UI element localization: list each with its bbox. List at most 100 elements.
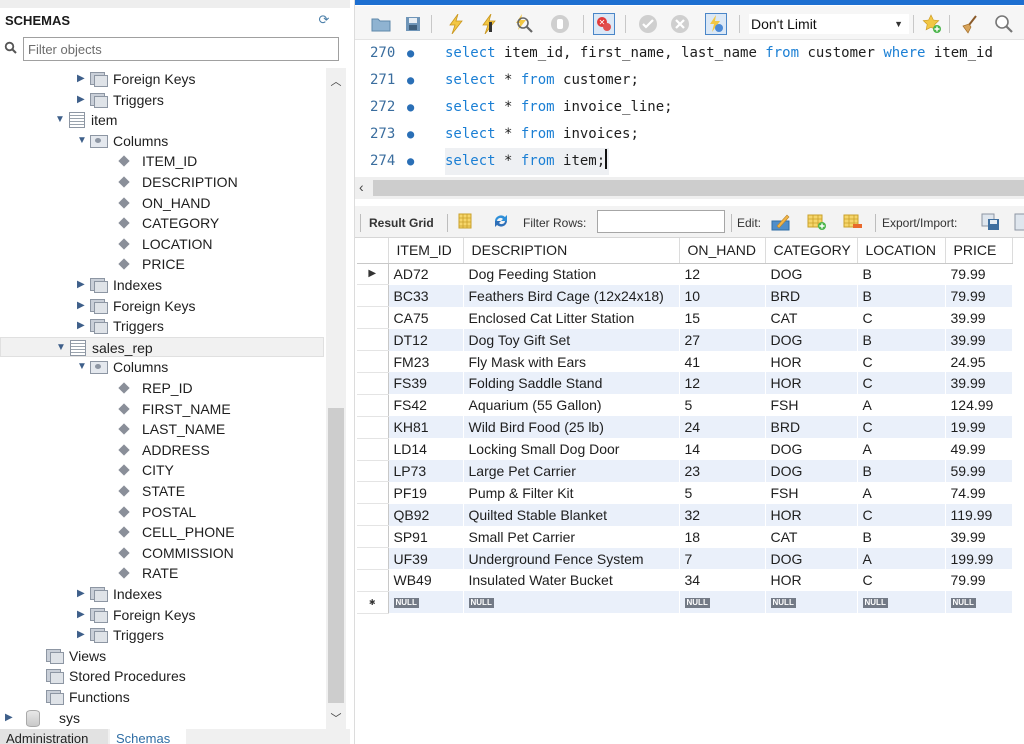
collapse-arrow-icon[interactable]: ▼ <box>77 131 89 151</box>
cell-location[interactable]: B <box>857 263 946 285</box>
cell-location[interactable]: C <box>857 306 946 329</box>
cell-location[interactable]: A <box>857 394 946 417</box>
table-row[interactable]: LP73 Large Pet Carrier 23 DOG B 59.99 <box>357 460 1013 483</box>
expand-arrow-icon[interactable]: ▶ <box>77 90 89 110</box>
cell-item-id[interactable]: UF39 <box>388 547 464 570</box>
null-cell[interactable]: NULL <box>388 591 464 614</box>
sql-statement[interactable]: select * from customer; <box>445 67 639 94</box>
beautify-icon[interactable] <box>959 13 981 35</box>
row-gutter[interactable] <box>357 547 389 570</box>
expand-arrow-icon[interactable]: ▶ <box>77 316 89 336</box>
tree-node-column[interactable]: LAST_NAME <box>118 419 225 439</box>
cell-description[interactable]: Aquarium (55 Gallon) <box>463 394 680 417</box>
tree-node-group[interactable]: ▶ Triggers <box>77 316 164 336</box>
row-gutter[interactable] <box>357 525 389 549</box>
cell-item-id[interactable]: LD14 <box>388 438 464 461</box>
table-row[interactable]: CA75 Enclosed Cat Litter Station 15 CAT C 39.… <box>357 306 1013 330</box>
tree-node-schema-group[interactable]: Views <box>45 646 106 666</box>
cell-location[interactable]: A <box>857 438 946 461</box>
cell-location[interactable]: A <box>857 481 946 504</box>
cell-description[interactable]: Fly Mask with Ears <box>463 350 680 373</box>
null-cell[interactable]: NULL <box>945 591 1013 614</box>
row-gutter[interactable] <box>357 460 389 483</box>
editor-scroll-thumb[interactable] <box>373 180 1024 196</box>
expand-arrow-icon[interactable]: ▶ <box>77 69 89 89</box>
table-row[interactable]: FS42 Aquarium (55 Gallon) 5 FSH A 124.99 <box>357 394 1013 417</box>
cell-on-hand[interactable]: 12 <box>679 372 766 395</box>
cell-item-id[interactable]: DT12 <box>388 328 464 351</box>
sql-statement[interactable]: select * from invoices; <box>445 121 639 148</box>
table-row[interactable]: DT12 Dog Toy Gift Set 27 DOG B 39.99 <box>357 328 1013 352</box>
export-icon[interactable] <box>981 213 1001 231</box>
cell-description[interactable]: Folding Saddle Stand <box>463 372 680 395</box>
sql-editor[interactable]: 270 ● select item_id, first_name, last_nam… <box>355 40 1024 177</box>
save-icon[interactable] <box>402 13 424 35</box>
tree-node-group[interactable]: ▶ Triggers <box>77 90 164 110</box>
null-cell[interactable]: NULL <box>463 591 680 614</box>
cell-location[interactable]: B <box>857 284 946 307</box>
cell-item-id[interactable]: KH81 <box>388 416 464 439</box>
editor-line[interactable]: 274 ● select * from item; <box>355 148 1024 175</box>
add-snippet-icon[interactable] <box>921 13 943 35</box>
row-gutter[interactable] <box>357 481 389 505</box>
cell-category[interactable]: DOG <box>765 328 858 351</box>
expand-arrow-icon[interactable]: ▶ <box>77 625 89 645</box>
cell-category[interactable]: CAT <box>765 306 858 329</box>
cell-item-id[interactable]: QB92 <box>388 503 464 526</box>
tree-node-column[interactable]: STATE <box>118 481 185 501</box>
new-row[interactable]: ✱ NULL NULL NULL NULL NULL NULL <box>357 591 1013 614</box>
cell-location[interactable]: C <box>857 372 946 395</box>
collapse-arrow-icon[interactable]: ▼ <box>77 357 89 377</box>
cell-category[interactable]: DOG <box>765 263 858 285</box>
add-row-icon[interactable] <box>807 213 827 231</box>
table-row[interactable]: FS39 Folding Saddle Stand 12 HOR C 39.99 <box>357 372 1013 395</box>
tree-node-columns[interactable]: ▼ Columns <box>77 131 168 151</box>
cell-on-hand[interactable]: 7 <box>679 547 766 570</box>
cell-location[interactable]: C <box>857 350 946 373</box>
cell-on-hand[interactable]: 5 <box>679 394 766 417</box>
cell-on-hand[interactable]: 34 <box>679 569 766 592</box>
tree-node-column[interactable]: ITEM_ID <box>118 151 197 171</box>
tree-node-group[interactable]: ▶ Foreign Keys <box>77 296 195 316</box>
cell-category[interactable]: HOR <box>765 350 858 373</box>
cell-description[interactable]: Wild Bird Food (25 lb) <box>463 416 680 439</box>
table-row[interactable]: PF19 Pump & Filter Kit 5 FSH A 74.99 <box>357 481 1013 505</box>
autocommit-icon[interactable] <box>705 13 727 35</box>
execute-icon[interactable] <box>445 13 467 35</box>
tab-administration[interactable]: Administration <box>0 729 108 744</box>
tree-node-column[interactable]: COMMISSION <box>118 543 234 563</box>
cell-item-id[interactable]: AD72 <box>388 263 464 285</box>
cell-on-hand[interactable]: 5 <box>679 481 766 504</box>
tree-node-group[interactable]: ▶ Indexes <box>77 584 162 604</box>
tree-node-schema[interactable]: ▶ sys <box>5 708 80 728</box>
cell-item-id[interactable]: CA75 <box>388 306 464 329</box>
result-grid-tab[interactable]: Result Grid <box>369 216 434 230</box>
cell-item-id[interactable]: BC33 <box>388 284 464 307</box>
tree-node-column[interactable]: REP_ID <box>118 378 193 398</box>
column-header[interactable]: CATEGORY <box>765 238 858 264</box>
tree-node-group[interactable]: ▶ Triggers <box>77 625 164 645</box>
tree-node-column[interactable]: CITY <box>118 460 174 480</box>
null-cell[interactable]: NULL <box>765 591 858 614</box>
row-gutter[interactable] <box>357 372 389 395</box>
cell-description[interactable]: Large Pet Carrier <box>463 460 680 482</box>
table-row[interactable]: WB49 Insulated Water Bucket 34 HOR C 79.99 <box>357 569 1013 592</box>
cell-on-hand[interactable]: 10 <box>679 284 766 307</box>
editor-horizontal-scrollbar[interactable]: ‹ <box>355 177 1024 199</box>
cell-on-hand[interactable]: 24 <box>679 416 766 439</box>
cell-description[interactable]: Dog Toy Gift Set <box>463 328 680 351</box>
cell-item-id[interactable]: FS39 <box>388 372 464 395</box>
cell-price[interactable]: 19.99 <box>945 416 1013 439</box>
cell-category[interactable]: DOG <box>765 460 858 482</box>
editor-line[interactable]: 273 ● select * from invoices; <box>355 121 1024 148</box>
expand-arrow-icon[interactable]: ▶ <box>77 605 89 625</box>
cell-category[interactable]: FSH <box>765 394 858 417</box>
collapse-arrow-icon[interactable]: ▼ <box>56 338 68 358</box>
cell-item-id[interactable]: LP73 <box>388 460 464 482</box>
explain-icon[interactable] <box>513 13 535 35</box>
active-query-tab[interactable] <box>355 0 1024 5</box>
tree-node-column[interactable]: ADDRESS <box>118 440 210 460</box>
filter-rows-input[interactable] <box>597 210 725 233</box>
tree-node-table[interactable]: ▼ sales_rep <box>0 336 324 358</box>
tree-node-table[interactable]: ▼ item <box>55 110 117 130</box>
